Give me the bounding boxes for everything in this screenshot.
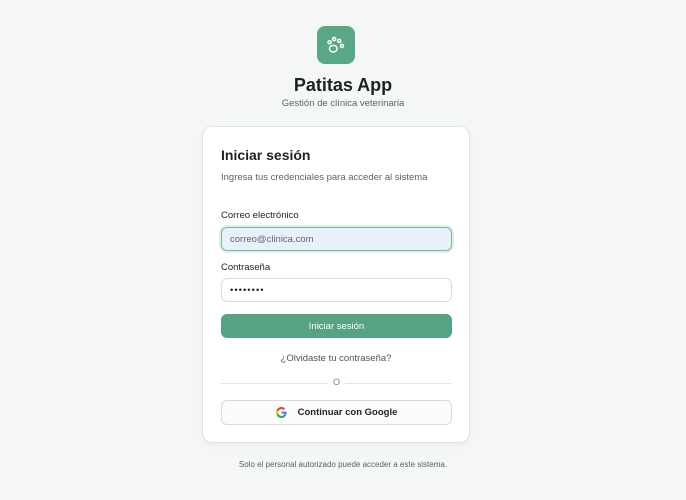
app-subtitle: Gestión de clínica veterinaria <box>281 98 405 109</box>
login-title: Iniciar sesión <box>221 147 311 163</box>
login-button[interactable]: Iniciar sesión <box>221 314 452 338</box>
divider-line-left <box>221 383 328 384</box>
app-title: Patitas App <box>293 75 393 95</box>
google-icon <box>275 407 287 418</box>
forgot-password-link[interactable]: ¿Olvidaste tu contraseña? <box>203 353 469 364</box>
footer-note: Solo el personal autorizado puede accede… <box>238 460 448 469</box>
google-signin-button[interactable]: Continuar con Google <box>221 400 452 425</box>
email-field[interactable] <box>221 227 452 251</box>
divider-line-right <box>345 383 452 384</box>
password-label: Contraseña <box>221 262 271 273</box>
app-logo <box>317 26 355 64</box>
password-field[interactable] <box>221 278 452 302</box>
paw-icon <box>327 36 345 53</box>
login-card: Iniciar sesión Ingresa tus credenciales … <box>202 126 470 443</box>
login-description: Ingresa tus credenciales para acceder al… <box>221 172 428 183</box>
email-label: Correo electrónico <box>221 210 299 221</box>
divider-label: O <box>332 377 340 387</box>
google-button-label: Continuar con Google <box>297 407 398 418</box>
